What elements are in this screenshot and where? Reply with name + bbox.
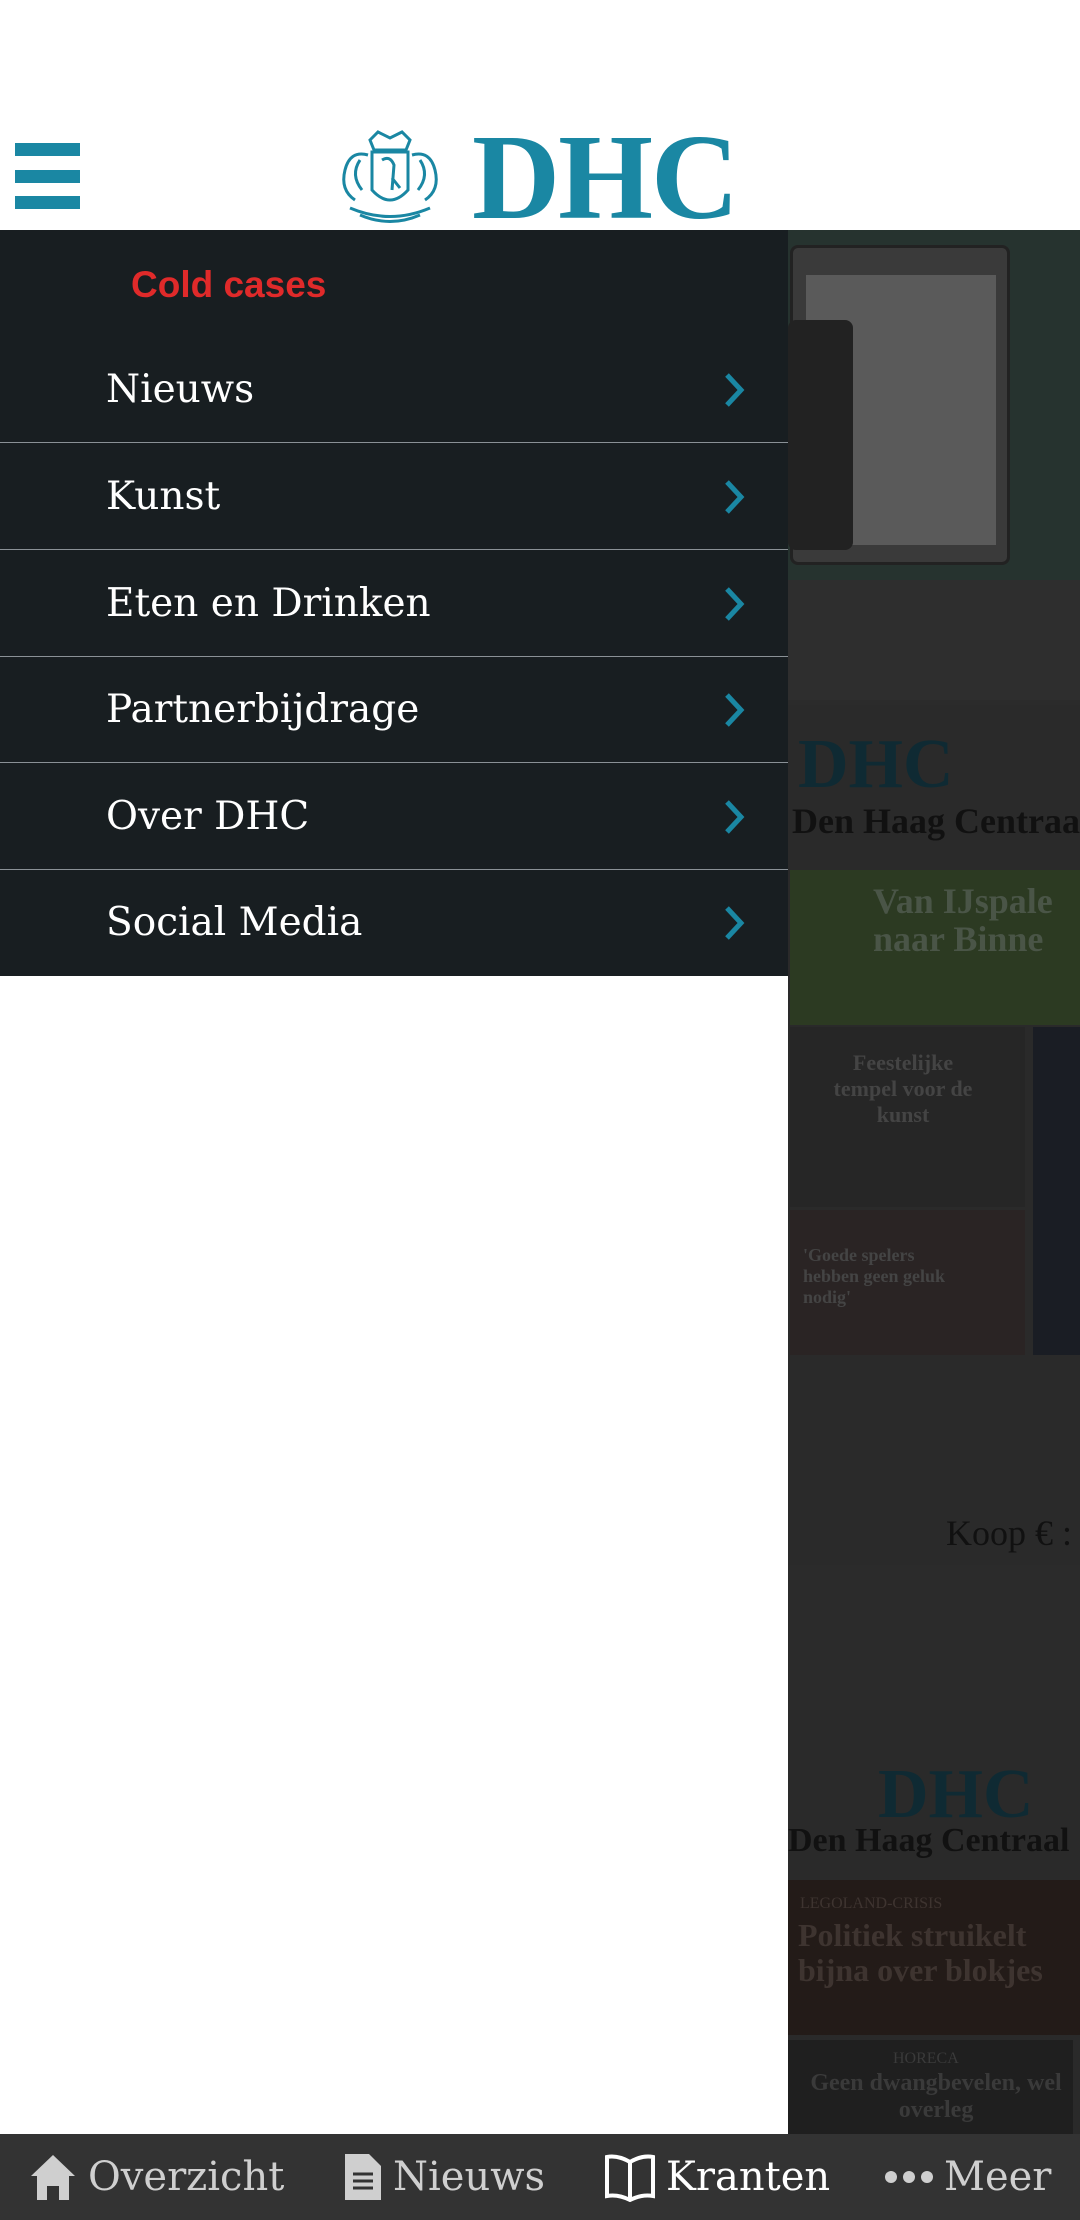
chevron-right-icon bbox=[725, 373, 745, 407]
nav-label: Meer bbox=[944, 2154, 1052, 2200]
buy-text: Koop € : bbox=[946, 1513, 1072, 1553]
section-title-cold-cases[interactable]: Cold cases bbox=[131, 264, 326, 306]
nav-label: Kranten bbox=[666, 2154, 831, 2200]
background-content: DHC Den Haag Centraal Van IJspale naar B… bbox=[788, 230, 1080, 2134]
nav-kranten[interactable]: Kranten bbox=[604, 2134, 830, 2220]
drawer-empty-area bbox=[0, 976, 788, 2134]
navigation-drawer: Cold cases Nieuws Kunst Eten en Drinken … bbox=[0, 230, 788, 976]
drawer-item-nieuws[interactable]: Nieuws bbox=[0, 336, 788, 443]
chevron-right-icon bbox=[725, 693, 745, 727]
drawer-item-label: Partnerbijdrage bbox=[106, 686, 420, 732]
chevron-right-icon bbox=[725, 587, 745, 621]
book-icon bbox=[605, 2154, 655, 2202]
document-icon bbox=[345, 2154, 381, 2200]
drawer-item-label: Over DHC bbox=[106, 793, 310, 839]
chevron-right-icon bbox=[725, 480, 745, 514]
home-icon bbox=[31, 2155, 75, 2200]
drawer-item-label: Social Media bbox=[106, 900, 363, 945]
drawer-item-over-dhc[interactable]: Over DHC bbox=[0, 763, 788, 870]
bottom-navigation: Overzicht Nieuws Kranten Meer bbox=[0, 2134, 1080, 2220]
drawer-item-eten-en-drinken[interactable]: Eten en Drinken bbox=[0, 550, 788, 657]
nav-overzicht[interactable]: Overzicht bbox=[28, 2134, 284, 2220]
drawer-item-label: Kunst bbox=[106, 473, 221, 519]
drawer-item-social-media[interactable]: Social Media bbox=[0, 869, 788, 976]
more-icon bbox=[885, 2171, 933, 2183]
app-header: DHC bbox=[0, 0, 1080, 238]
nav-meer[interactable]: Meer bbox=[884, 2134, 1051, 2220]
newspaper-cover-1: DHC Den Haag Centraal Van IJspale naar B… bbox=[788, 705, 1080, 1565]
nav-label: Overzicht bbox=[88, 2154, 285, 2200]
dhc-logo[interactable]: DHC bbox=[320, 116, 739, 238]
nav-nieuws[interactable]: Nieuws bbox=[343, 2134, 545, 2220]
logo-text: DHC bbox=[472, 109, 739, 245]
drawer-item-label: Eten en Drinken bbox=[106, 580, 431, 626]
drawer-item-kunst[interactable]: Kunst bbox=[0, 443, 788, 550]
drawer-item-partnerbijdrage[interactable]: Partnerbijdrage bbox=[0, 656, 788, 763]
chevron-right-icon bbox=[725, 906, 745, 940]
menu-icon[interactable] bbox=[15, 143, 80, 213]
newspaper-cover-2: DHC Den Haag Centraal LEGOLAND-CRISIS Po… bbox=[788, 1710, 1080, 2134]
nav-label: Nieuws bbox=[393, 2154, 545, 2200]
drawer-item-label: Nieuws bbox=[106, 366, 255, 412]
chevron-right-icon bbox=[725, 800, 745, 834]
crest-icon bbox=[342, 130, 438, 223]
app-promo-image bbox=[788, 230, 1080, 580]
